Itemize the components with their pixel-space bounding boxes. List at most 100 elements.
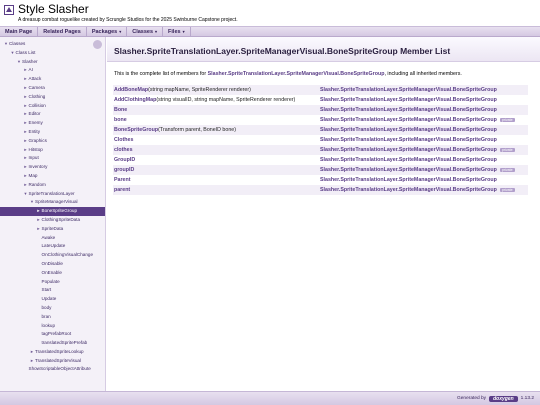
tree-item[interactable]: ► Collision: [0, 102, 105, 111]
tree-item-label[interactable]: Editor: [29, 110, 41, 119]
member-class-link[interactable]: Slasher.SpriteTranslationLayer.SpriteMan…: [320, 137, 497, 143]
tree-item-label[interactable]: Collision: [29, 102, 46, 111]
tree-item[interactable]: ▼ SpriteTranslationLayer: [0, 190, 105, 199]
tree-item-label[interactable]: Classes: [9, 40, 25, 49]
tree-item-label[interactable]: Inventory: [29, 163, 48, 172]
tree-item-label[interactable]: body: [42, 304, 52, 313]
tree-item[interactable]: body: [0, 304, 105, 313]
tree-item[interactable]: translatedSpritePrefab: [0, 339, 105, 348]
member-link[interactable]: Parent: [114, 177, 131, 183]
tree-item-label[interactable]: Start: [42, 286, 52, 295]
nav-tree-sidebar[interactable]: ▼ Classes ▼ Class List ▼ Slasher ► AI ► Attack ► Ca…: [0, 37, 106, 391]
tree-item-label[interactable]: OnEnable: [42, 269, 62, 278]
member-link[interactable]: Clothes: [114, 137, 133, 143]
tree-item[interactable]: tagPrefabRoot: [0, 330, 105, 339]
member-link[interactable]: groupID: [114, 167, 134, 173]
tree-item[interactable]: ► Clothing: [0, 93, 105, 102]
tree-item[interactable]: OnEnable: [0, 269, 105, 278]
tree-item-label[interactable]: SpriteManagerVisual: [35, 198, 78, 207]
tree-item-label[interactable]: OnDisable: [42, 260, 63, 269]
tree-item[interactable]: ► ClothingSpriteData: [0, 216, 105, 225]
member-link[interactable]: GroupID: [114, 157, 135, 163]
tree-item[interactable]: ► Input: [0, 154, 105, 163]
tree-item-label[interactable]: Map: [29, 172, 38, 181]
member-class-link[interactable]: Slasher.SpriteTranslationLayer.SpriteMan…: [320, 187, 497, 193]
tree-item[interactable]: ShowScriptableObjectAttribute: [0, 365, 105, 374]
tree-item[interactable]: OnClothingVisualChange: [0, 251, 105, 260]
tree-item[interactable]: OnDisable: [0, 260, 105, 269]
tree-item-label[interactable]: ClothingSpriteData: [42, 216, 81, 225]
member-class-link[interactable]: Slasher.SpriteTranslationLayer.SpriteMan…: [320, 107, 497, 113]
tree-item-label[interactable]: Awake: [42, 234, 56, 243]
tree-item[interactable]: LateUpdate: [0, 242, 105, 251]
tree-item[interactable]: ► AI: [0, 66, 105, 75]
tree-item[interactable]: ► BoneSpriteGroup: [0, 207, 105, 216]
tree-item-label[interactable]: Enemy: [29, 119, 43, 128]
member-link[interactable]: AddClothingMap: [114, 97, 156, 103]
tree-item[interactable]: ► Hitstop: [0, 146, 105, 155]
member-link[interactable]: AddBoneMap: [114, 87, 148, 93]
tree-item-label[interactable]: Camera: [29, 84, 45, 93]
tree-item[interactable]: lookup: [0, 322, 105, 331]
tree-item-label[interactable]: translatedSpritePrefab: [42, 339, 88, 348]
tree-item-label[interactable]: Input: [29, 154, 39, 163]
tree-item-label[interactable]: SpriteData: [42, 225, 64, 234]
tree-item[interactable]: ▼ Classes: [0, 40, 105, 49]
member-link[interactable]: parent: [114, 187, 130, 193]
nav-item-classes[interactable]: Classes ▾: [127, 26, 164, 37]
tree-item[interactable]: ► Random: [0, 181, 105, 190]
member-class-link[interactable]: Slasher.SpriteTranslationLayer.SpriteMan…: [320, 87, 497, 93]
tree-item[interactable]: Awake: [0, 234, 105, 243]
member-class-link[interactable]: Slasher.SpriteTranslationLayer.SpriteMan…: [320, 97, 497, 103]
tree-item-label[interactable]: LateUpdate: [42, 242, 66, 251]
tree-item[interactable]: Update: [0, 295, 105, 304]
tree-item[interactable]: ► Enemy: [0, 119, 105, 128]
tree-item-label[interactable]: Graphics: [29, 137, 47, 146]
tree-item-label[interactable]: Random: [29, 181, 46, 190]
tree-item-label[interactable]: Attack: [29, 75, 42, 84]
tree-item[interactable]: bran: [0, 313, 105, 322]
tree-item[interactable]: ► TranslatedSpriteVisual: [0, 357, 105, 366]
tree-item-label[interactable]: Update: [42, 295, 57, 304]
tree-item[interactable]: Start: [0, 286, 105, 295]
tree-item-label[interactable]: TranslatedSpriteLookup: [35, 348, 84, 357]
tree-item-label[interactable]: AI: [29, 66, 33, 75]
member-class-link[interactable]: Slasher.SpriteTranslationLayer.SpriteMan…: [320, 167, 497, 173]
tree-item[interactable]: ▼ Class List: [0, 49, 105, 58]
tree-item[interactable]: ► Entity: [0, 128, 105, 137]
doxygen-logo[interactable]: doxygen: [489, 395, 518, 402]
sync-icon[interactable]: [93, 40, 102, 49]
member-class-link[interactable]: Slasher.SpriteTranslationLayer.SpriteMan…: [320, 127, 497, 133]
tree-item[interactable]: ► TranslatedSpriteLookup: [0, 348, 105, 357]
tree-item[interactable]: ► Graphics: [0, 137, 105, 146]
tree-item-label[interactable]: ShowScriptableObjectAttribute: [29, 365, 91, 374]
tree-item[interactable]: ► Map: [0, 172, 105, 181]
tree-item[interactable]: ▼ SpriteManagerVisual: [0, 198, 105, 207]
tree-item-label[interactable]: tagPrefabRoot: [42, 330, 72, 339]
tree-item-label[interactable]: Hitstop: [29, 146, 43, 155]
tree-item[interactable]: ▼ Slasher: [0, 58, 105, 67]
tree-item-label[interactable]: OnClothingVisualChange: [42, 251, 94, 260]
tree-item-label[interactable]: Entity: [29, 128, 41, 137]
tree-item-label[interactable]: bran: [42, 313, 51, 322]
member-link[interactable]: bone: [114, 117, 127, 123]
tree-item[interactable]: ► Editor: [0, 110, 105, 119]
tree-item-label[interactable]: Slasher: [22, 58, 38, 67]
tree-item[interactable]: Populate: [0, 278, 105, 287]
member-class-link[interactable]: Slasher.SpriteTranslationLayer.SpriteMan…: [320, 147, 497, 153]
nav-item-related-pages[interactable]: Related Pages: [38, 26, 87, 37]
tree-item-label[interactable]: Clothing: [29, 93, 46, 102]
member-class-link[interactable]: Slasher.SpriteTranslationLayer.SpriteMan…: [320, 117, 497, 123]
member-link[interactable]: Bone: [114, 107, 127, 113]
tree-item[interactable]: ► Camera: [0, 84, 105, 93]
member-class-link[interactable]: Slasher.SpriteTranslationLayer.SpriteMan…: [320, 177, 497, 183]
nav-item-main-page[interactable]: Main Page: [0, 26, 39, 37]
member-link[interactable]: clothes: [114, 147, 133, 153]
tree-item-label[interactable]: BoneSpriteGroup: [42, 207, 78, 216]
nav-item-files[interactable]: Files ▾: [163, 26, 191, 37]
tree-item-label[interactable]: Populate: [42, 278, 60, 287]
tree-item[interactable]: ► Inventory: [0, 163, 105, 172]
member-class-link[interactable]: Slasher.SpriteTranslationLayer.SpriteMan…: [320, 157, 497, 163]
tree-item[interactable]: ► Attack: [0, 75, 105, 84]
tree-item[interactable]: ► SpriteData: [0, 225, 105, 234]
